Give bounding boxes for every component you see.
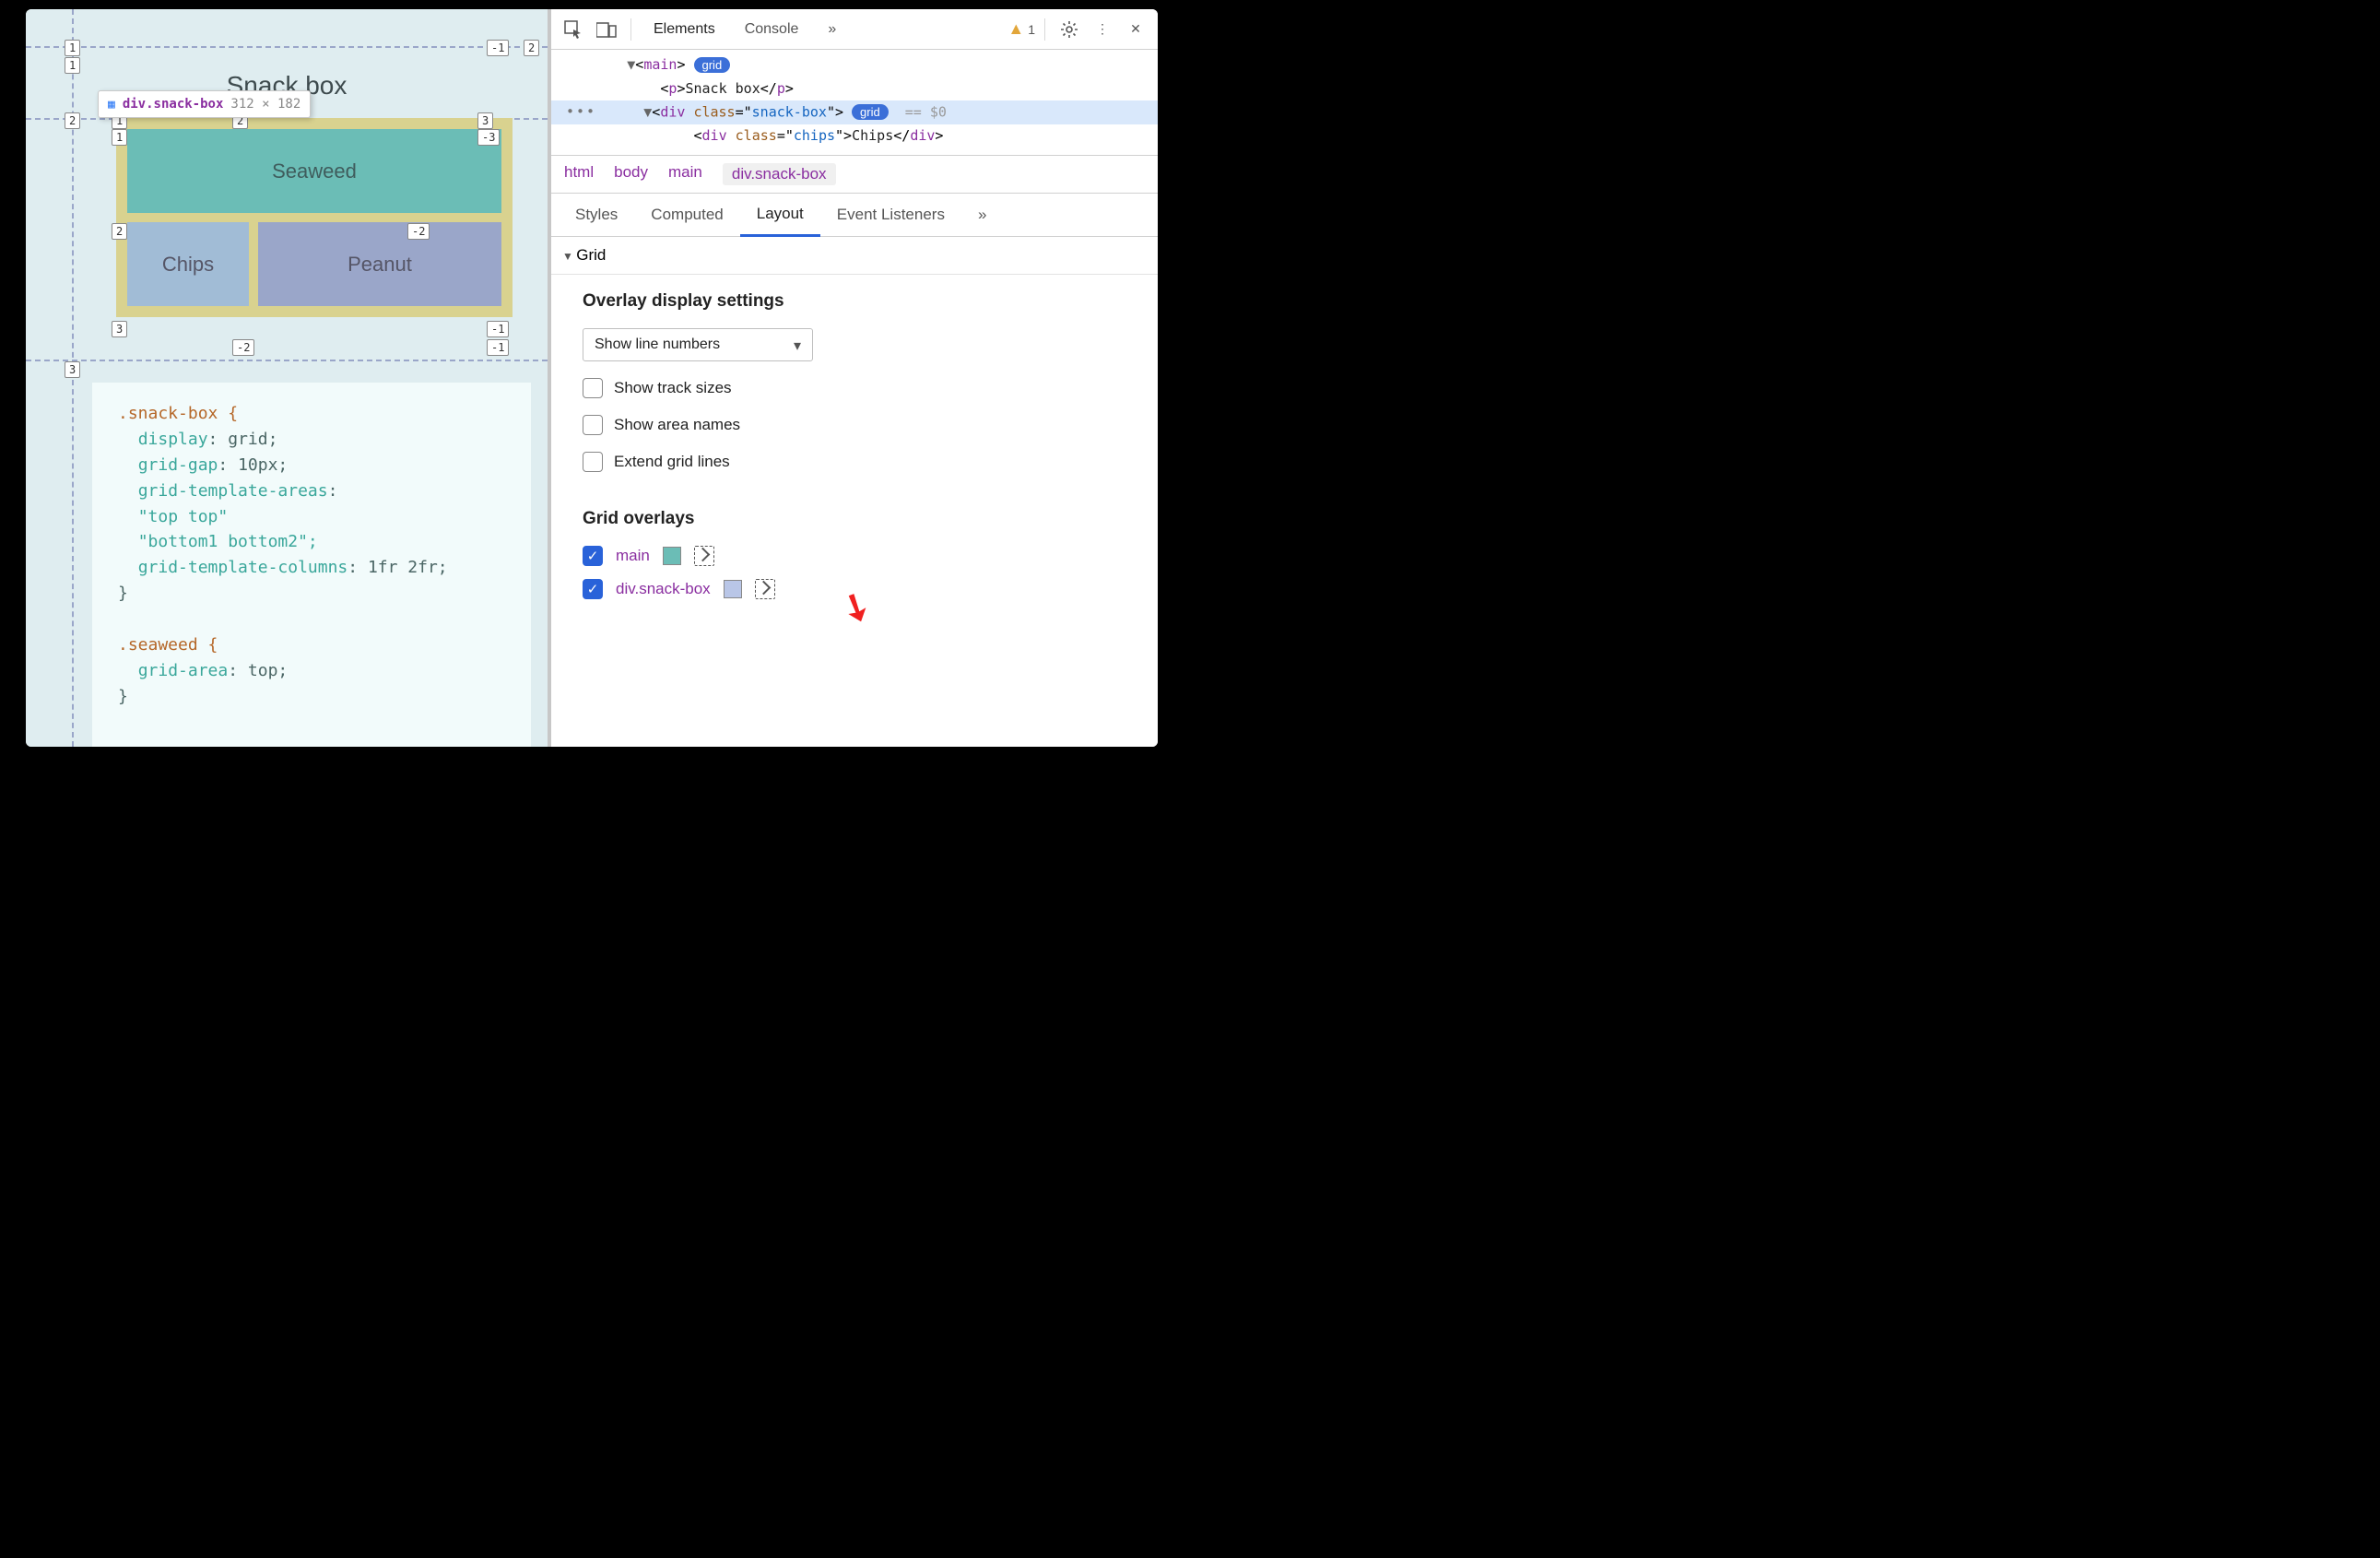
grid-line-label: 3: [112, 321, 127, 337]
overlay-swatch-snackbox[interactable]: [724, 580, 742, 598]
checkbox-area-names[interactable]: [583, 415, 603, 435]
grid-line-label: 2: [524, 40, 539, 56]
layout-panel: Overlay display settings Show line numbe…: [551, 275, 1158, 616]
tab-elements[interactable]: Elements: [641, 9, 728, 49]
crumb-html[interactable]: html: [564, 163, 594, 185]
overlay-name-snackbox[interactable]: div.snack-box: [616, 580, 711, 598]
devtools-toolbar: Elements Console » ▲ 1 ⋮ ✕: [551, 9, 1158, 50]
tooltip-selector: div.snack-box: [123, 97, 224, 112]
device-toolbar-icon[interactable]: [592, 15, 621, 44]
grid-line-label: 3: [65, 361, 80, 378]
extended-grid-line: [26, 360, 548, 361]
grid-section-header[interactable]: Grid: [551, 237, 1158, 275]
snack-box-element[interactable]: Seaweed Chips Peanut: [116, 118, 513, 317]
annotation-arrow-icon: ➘: [833, 582, 879, 633]
grid-cell-seaweed[interactable]: Seaweed: [127, 129, 501, 213]
checkbox-track-sizes[interactable]: [583, 378, 603, 398]
grid-line-label: -1: [487, 321, 509, 337]
grid-line-label: 2: [65, 112, 80, 129]
grid-line-label: -3: [477, 129, 500, 146]
crumb-snack-box[interactable]: div.snack-box: [723, 163, 836, 185]
grid-cell-peanut[interactable]: Peanut: [258, 222, 501, 306]
grid-line-label: 1: [112, 129, 127, 146]
grid-cell-chips[interactable]: Chips: [127, 222, 249, 306]
subtab-event-listeners[interactable]: Event Listeners: [820, 195, 961, 235]
warnings-badge[interactable]: ▲ 1: [1007, 19, 1035, 39]
grid-badge[interactable]: grid: [694, 57, 731, 73]
grid-line-label: 3: [477, 112, 493, 129]
grid-badge[interactable]: grid: [852, 104, 889, 120]
reveal-element-icon[interactable]: [694, 546, 714, 566]
grid-line-label: 2: [112, 223, 127, 240]
overlay-swatch-main[interactable]: [663, 547, 681, 565]
grid-line-label: 1: [65, 40, 80, 56]
crumb-main[interactable]: main: [668, 163, 702, 185]
checkbox-overlay-main[interactable]: ✓: [583, 546, 603, 566]
label-extend-lines: Extend grid lines: [614, 453, 730, 471]
grid-line-label: -1: [487, 339, 509, 356]
css-code-block: .snack-box { display: grid; grid-gap: 10…: [92, 383, 531, 747]
separator: [630, 18, 631, 41]
label-area-names: Show area names: [614, 416, 740, 434]
grid-overlays-title: Grid overlays: [583, 509, 1126, 529]
separator: [1044, 18, 1045, 41]
checkbox-extend-lines[interactable]: [583, 452, 603, 472]
inspector-tooltip: ▦ div.snack-box 312 × 182: [98, 90, 311, 118]
grid-line-label: -2: [232, 339, 254, 356]
tab-console[interactable]: Console: [732, 9, 812, 49]
grid-line-label: 1: [65, 57, 80, 74]
extended-grid-line: [26, 46, 548, 48]
kebab-menu-icon[interactable]: ⋮: [1088, 15, 1117, 44]
grid-icon: ▦: [108, 98, 115, 112]
breadcrumb: html body main div.snack-box: [551, 156, 1158, 194]
checkbox-overlay-snackbox[interactable]: ✓: [583, 579, 603, 599]
tabs-overflow-icon[interactable]: »: [815, 9, 849, 49]
overlay-settings-title: Overlay display settings: [583, 291, 1126, 312]
styles-subtabs: Styles Computed Layout Event Listeners »: [551, 194, 1158, 237]
subtabs-overflow-icon[interactable]: »: [961, 195, 1003, 235]
label-track-sizes: Show track sizes: [614, 379, 732, 397]
dom-tree[interactable]: ▼<main> grid <p>Snack box</p> ••• ▼<div …: [551, 50, 1158, 156]
subtab-computed[interactable]: Computed: [634, 195, 739, 235]
page-viewport: Snack box 1 1 -1 2 2 3 Seaweed Chips Pea…: [26, 9, 551, 747]
devtools-window: Snack box 1 1 -1 2 2 3 Seaweed Chips Pea…: [26, 9, 1158, 747]
subtab-layout[interactable]: Layout: [740, 194, 820, 237]
devtools-panel: Elements Console » ▲ 1 ⋮ ✕ ▼<main> grid …: [551, 9, 1158, 747]
subtab-styles[interactable]: Styles: [559, 195, 634, 235]
warning-icon: ▲: [1007, 19, 1024, 39]
close-icon[interactable]: ✕: [1121, 15, 1150, 44]
overlay-name-main[interactable]: main: [616, 547, 650, 565]
line-numbers-select[interactable]: Show line numbers: [583, 328, 813, 361]
warning-count: 1: [1028, 22, 1035, 37]
settings-icon[interactable]: [1055, 15, 1084, 44]
snack-box-grid: Seaweed Chips Peanut: [127, 129, 501, 306]
grid-line-label: -1: [487, 40, 509, 56]
grid-overlays-list: ✓ main ✓ div.snack-box ➘: [583, 546, 1126, 599]
dom-actions-icon[interactable]: •••: [560, 100, 602, 124]
tooltip-dimensions: 312 × 182: [230, 97, 300, 112]
reveal-element-icon[interactable]: [755, 579, 775, 599]
crumb-body[interactable]: body: [614, 163, 648, 185]
grid-line-label: -2: [407, 223, 430, 240]
inspect-icon[interactable]: [559, 15, 588, 44]
